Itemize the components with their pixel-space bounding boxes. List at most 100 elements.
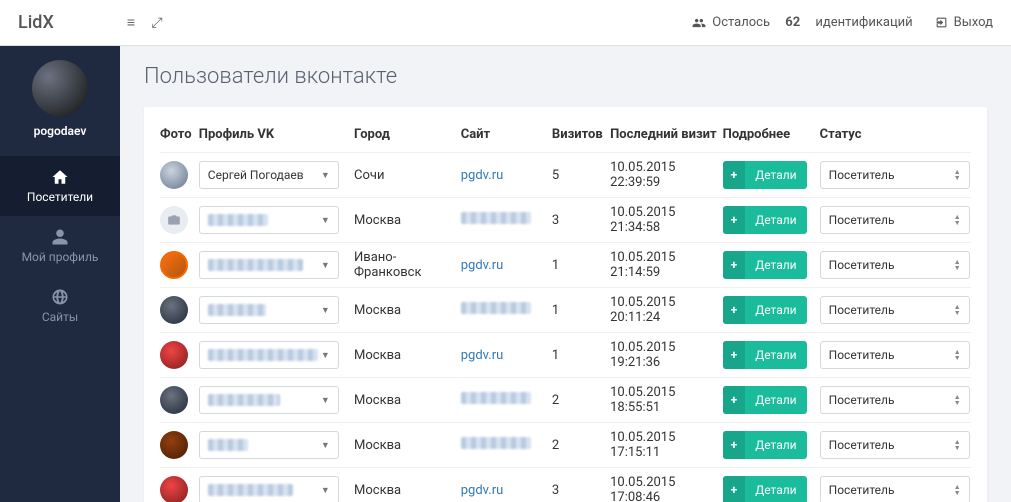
last-visit-cell: 10.05.2015 19:21:36 xyxy=(610,340,723,370)
sort-icon: ▲▼ xyxy=(954,259,961,271)
col-more: Подробнее xyxy=(723,127,820,142)
profile-dropdown[interactable]: ▼ xyxy=(199,386,339,414)
profile-dropdown[interactable]: ▼ xyxy=(199,206,339,234)
profile-dropdown[interactable]: ▼ xyxy=(199,476,339,502)
col-status: Статус xyxy=(820,127,971,142)
people-icon xyxy=(692,16,706,30)
details-button[interactable]: +Детали xyxy=(723,341,807,369)
details-button[interactable]: +Детали xyxy=(723,476,807,502)
profile-dropdown[interactable]: ▼ xyxy=(199,431,339,459)
sidebar: pogodaev ПосетителиМой профильСайты xyxy=(0,46,120,502)
last-visit-cell: 10.05.2015 21:14:59 xyxy=(610,250,723,280)
city-cell: Москва xyxy=(354,348,461,363)
col-city: Город xyxy=(354,127,461,142)
plus-icon: + xyxy=(723,251,746,279)
status-select[interactable]: Посетитель▲▼ xyxy=(820,431,970,459)
site-link[interactable]: pgdv.ru xyxy=(461,258,504,273)
plus-icon: + xyxy=(723,296,746,324)
site-link[interactable]: pgdv.ru xyxy=(461,483,504,498)
sidebar-item-0[interactable]: Посетители xyxy=(0,156,120,216)
last-visit-cell: 10.05.2015 21:34:58 xyxy=(610,205,723,235)
status-select[interactable]: Посетитель▲▼ xyxy=(820,251,970,279)
home-icon xyxy=(0,168,120,186)
sort-icon: ▲▼ xyxy=(954,439,961,451)
status-select[interactable]: Посетитель▲▼ xyxy=(820,161,970,189)
user-icon xyxy=(0,228,120,246)
sidebar-item-1[interactable]: Мой профиль xyxy=(0,216,120,276)
row-avatar xyxy=(160,431,188,459)
topbar: LidX ≡ ⤢ Осталось 62 идентификаций Выход xyxy=(0,0,1011,46)
table-row: ▼ Москва 1 10.05.2015 20:11:24 +Детали П… xyxy=(160,287,971,332)
plus-icon: + xyxy=(723,206,746,234)
logout-button[interactable]: Выход xyxy=(935,15,993,30)
visits-cell: 1 xyxy=(552,348,610,363)
status-select[interactable]: Посетитель▲▼ xyxy=(820,206,970,234)
status-select[interactable]: Посетитель▲▼ xyxy=(820,296,970,324)
last-visit-cell: 10.05.2015 20:11:24 xyxy=(610,295,723,325)
col-last: Последний визит xyxy=(610,127,723,142)
site-cell xyxy=(461,212,531,224)
profile-dropdown[interactable]: ▼ xyxy=(199,251,339,279)
site-link[interactable]: pgdv.ru xyxy=(461,348,504,363)
table-row: ▼ Москва pgdv.ru 1 10.05.2015 19:21:36 +… xyxy=(160,332,971,377)
city-cell: Ивано-Франковск xyxy=(354,250,461,280)
status-select[interactable]: Посетитель▲▼ xyxy=(820,386,970,414)
city-cell: Москва xyxy=(354,483,461,498)
row-avatar xyxy=(160,206,188,234)
profile-dropdown[interactable]: ▼ xyxy=(199,341,339,369)
status-select[interactable]: Посетитель▲▼ xyxy=(820,476,970,502)
expand-icon[interactable]: ⤢ xyxy=(144,15,170,31)
details-button[interactable]: +Детали xyxy=(723,296,807,324)
row-avatar xyxy=(160,341,188,369)
last-visit-cell: 10.05.2015 17:08:46 xyxy=(610,475,723,502)
table-header-row: Фото Профиль VK Город Сайт Визитов После… xyxy=(160,121,971,152)
menu-toggle-icon[interactable]: ≡ xyxy=(118,14,144,31)
table-row: ▼ Москва 2 10.05.2015 17:15:11 +Детали П… xyxy=(160,422,971,467)
table-card: Фото Профиль VK Город Сайт Визитов После… xyxy=(144,107,987,502)
details-button[interactable]: +Детали xyxy=(723,161,807,189)
table-row: ▼ Москва pgdv.ru 3 10.05.2015 17:08:46 +… xyxy=(160,467,971,502)
brand-logo: LidX xyxy=(18,12,118,33)
sort-icon: ▲▼ xyxy=(954,349,961,361)
sort-icon: ▲▼ xyxy=(954,304,961,316)
details-button[interactable]: +Детали xyxy=(723,251,807,279)
status-select[interactable]: Посетитель▲▼ xyxy=(820,341,970,369)
sort-icon: ▲▼ xyxy=(954,169,961,181)
profile-dropdown[interactable]: Сергей Погодаев▼ xyxy=(199,161,339,189)
visits-cell: 3 xyxy=(552,213,610,228)
visits-cell: 2 xyxy=(552,393,610,408)
row-avatar xyxy=(160,476,188,502)
plus-icon: + xyxy=(723,386,746,414)
table-row: Сергей Погодаев▼ Сочи pgdv.ru 5 10.05.20… xyxy=(160,152,971,197)
table-row: ▼ Москва 3 10.05.2015 21:34:58 +Детали П… xyxy=(160,197,971,242)
table-row: ▼ Москва 2 10.05.2015 18:55:51 +Детали П… xyxy=(160,377,971,422)
sort-icon: ▲▼ xyxy=(954,484,961,496)
visits-cell: 1 xyxy=(552,258,610,273)
city-cell: Сочи xyxy=(354,168,461,183)
row-avatar xyxy=(160,386,188,414)
sort-icon: ▲▼ xyxy=(954,214,961,226)
details-button[interactable]: +Детали xyxy=(723,431,807,459)
details-button[interactable]: +Детали xyxy=(723,206,807,234)
visits-cell: 3 xyxy=(552,483,610,498)
logout-icon xyxy=(935,16,948,29)
main-content: Пользователи вконтакте Фото Профиль VK Г… xyxy=(120,46,1011,502)
site-cell xyxy=(461,392,531,404)
col-photo: Фото xyxy=(160,127,199,142)
table-row: ▼ Ивано-Франковск pgdv.ru 1 10.05.2015 2… xyxy=(160,242,971,287)
details-button[interactable]: +Детали xyxy=(723,386,807,414)
profile-dropdown[interactable]: ▼ xyxy=(199,296,339,324)
site-link[interactable]: pgdv.ru xyxy=(461,168,504,183)
row-avatar xyxy=(160,161,188,189)
col-site: Сайт xyxy=(461,127,552,142)
city-cell: Москва xyxy=(354,213,461,228)
globe-icon xyxy=(0,288,120,306)
plus-icon: + xyxy=(723,476,746,502)
sidebar-item-2[interactable]: Сайты xyxy=(0,276,120,336)
ident-counter: Осталось 62 идентификаций xyxy=(692,15,912,30)
plus-icon: + xyxy=(723,161,746,189)
user-avatar[interactable] xyxy=(32,60,88,116)
city-cell: Москва xyxy=(354,438,461,453)
username: pogodaev xyxy=(34,124,87,138)
sort-icon: ▲▼ xyxy=(954,394,961,406)
